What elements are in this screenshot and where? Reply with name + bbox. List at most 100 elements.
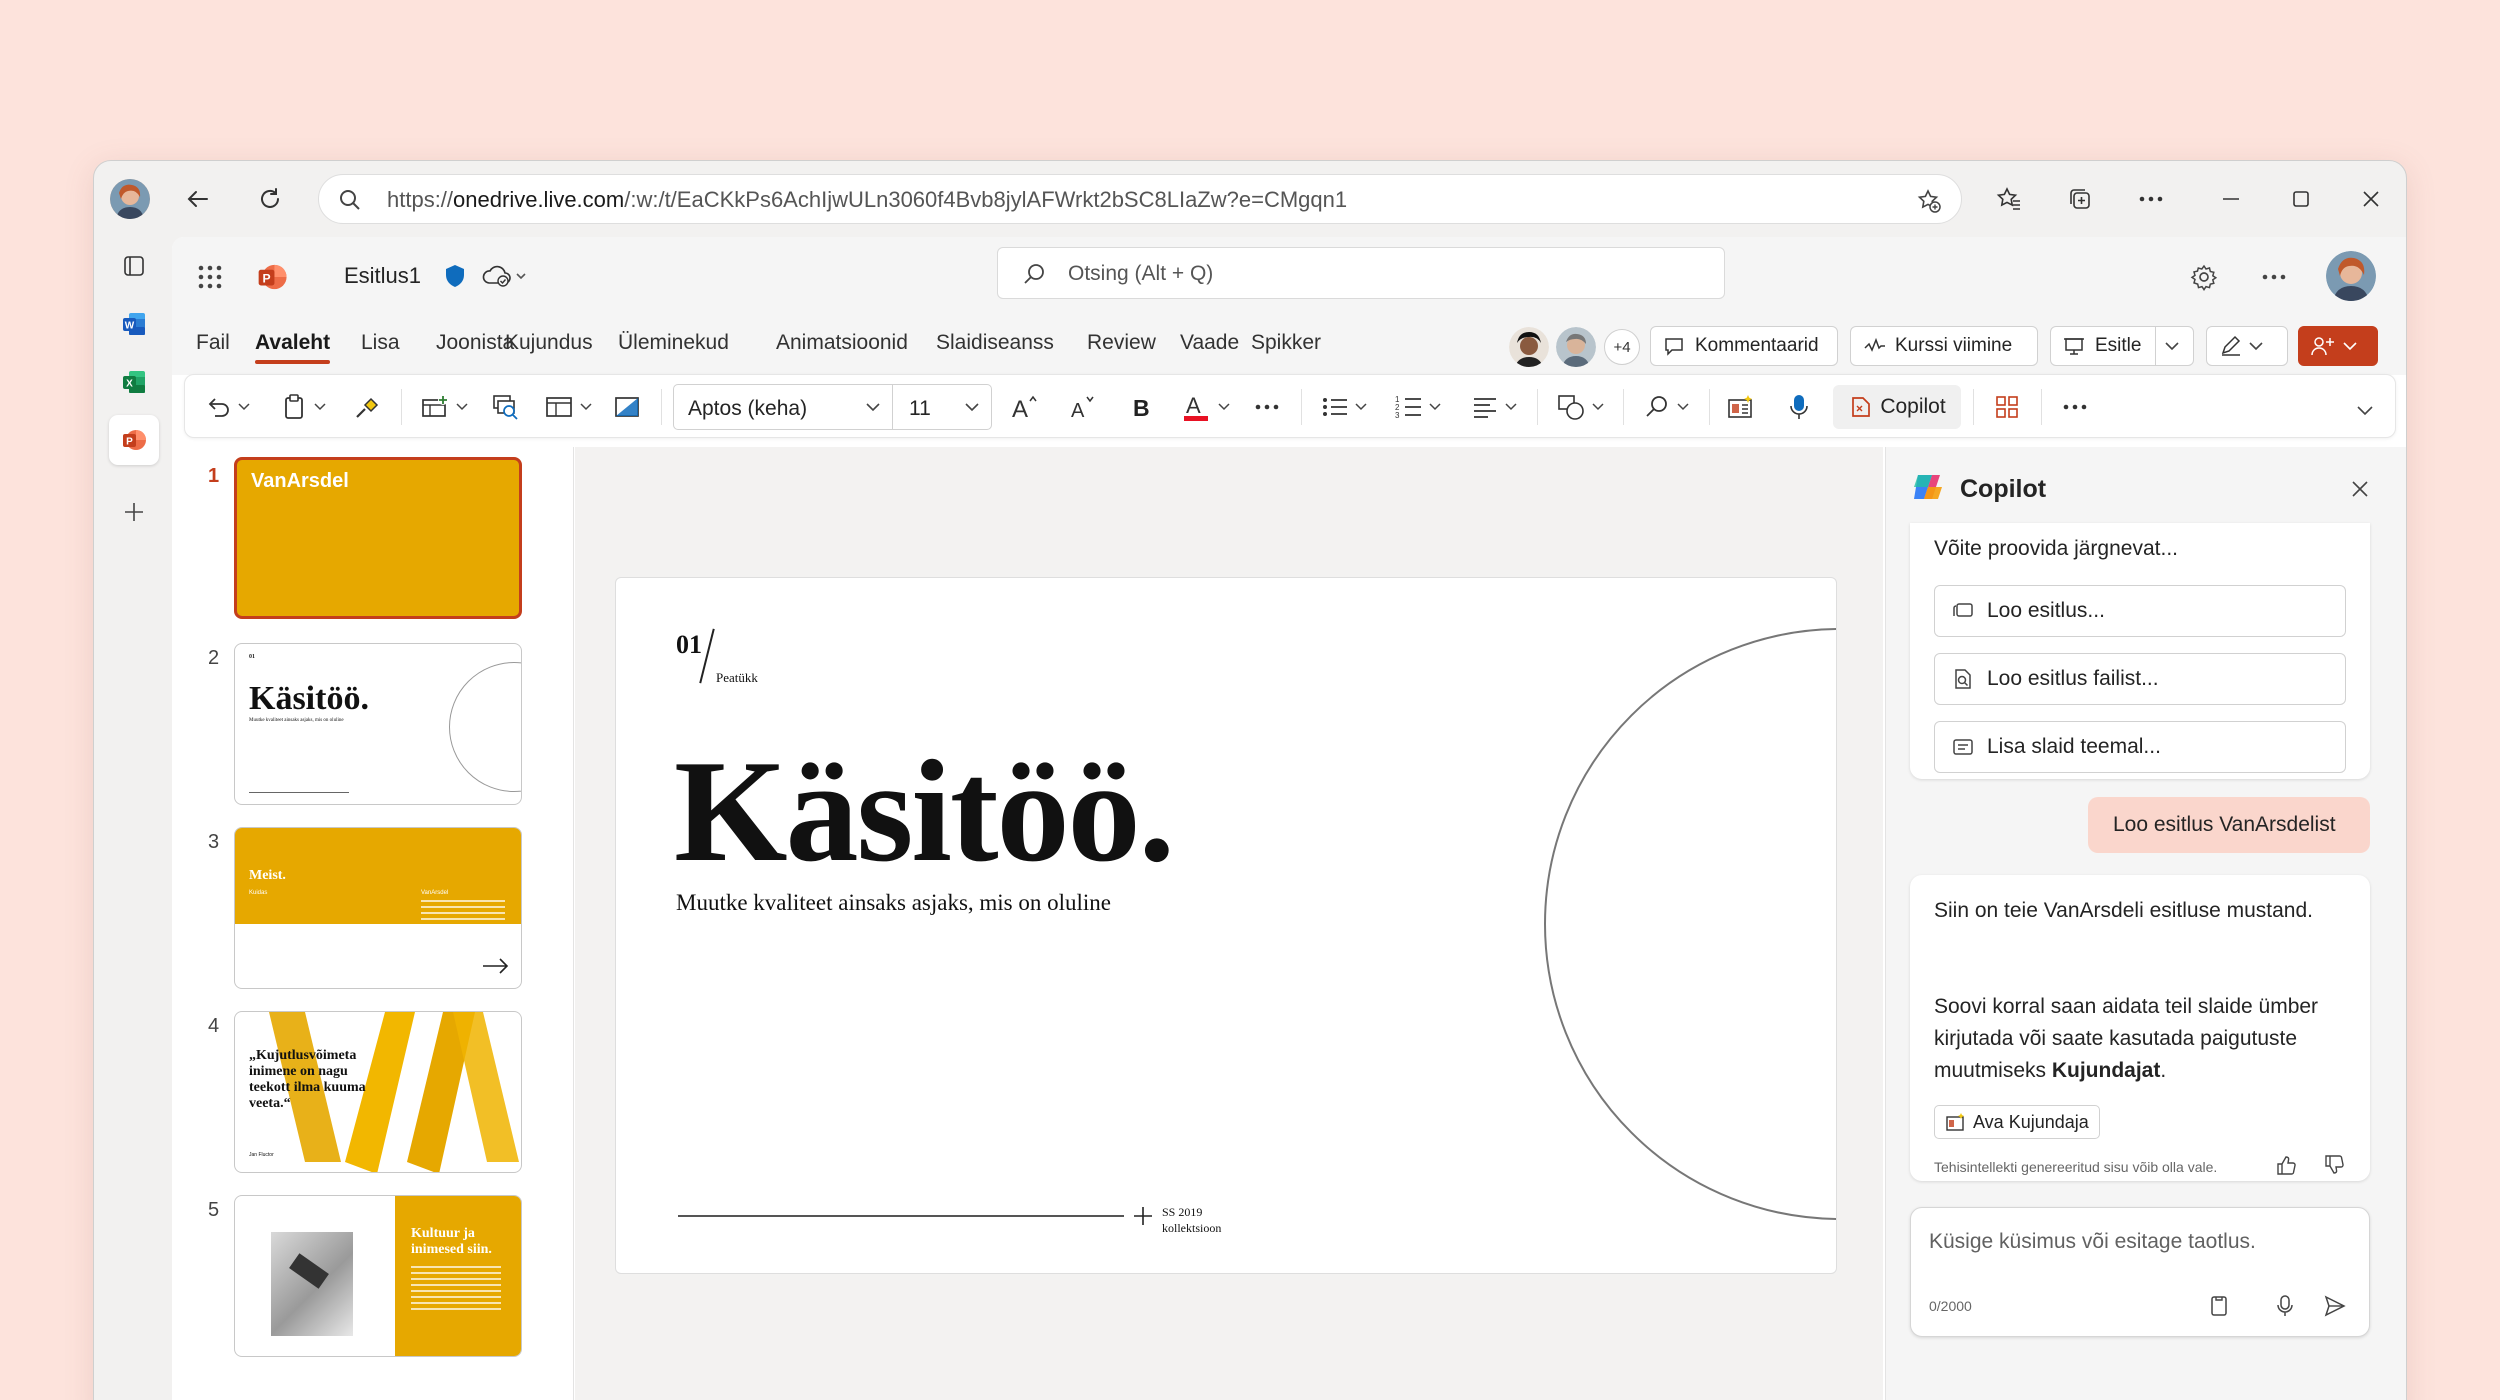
svg-text:W: W (125, 321, 135, 332)
sensitivity-shield-icon[interactable] (440, 261, 470, 291)
add-ins-button[interactable] (1983, 385, 2031, 429)
present-button[interactable]: Esitle (2050, 326, 2194, 366)
refresh-icon[interactable] (250, 179, 290, 219)
slide-subtitle[interactable]: Muutke kvaliteet ainsaks asjaks, mis on … (676, 890, 1111, 916)
increase-font-size-button[interactable]: A (1003, 385, 1047, 429)
app-launcher-icon[interactable] (188, 255, 232, 299)
svg-text:P: P (126, 437, 133, 448)
user-message-bubble: Loo esitlus VanArsdelist (2088, 797, 2370, 853)
catch-up-button[interactable]: Kurssi viimine (1850, 326, 2038, 366)
microphone-icon[interactable] (2267, 1288, 2303, 1324)
word-app-icon[interactable]: W (109, 299, 159, 349)
suggestion-create-from-file[interactable]: Loo esitlus failist... (1934, 653, 2346, 705)
collections-icon[interactable] (2060, 179, 2100, 219)
thumbs-up-icon[interactable] (2270, 1149, 2302, 1181)
tab-kujundus[interactable]: Kujundus (505, 331, 593, 355)
thumb-text-lines (411, 1266, 501, 1310)
bold-button[interactable]: B (1119, 385, 1163, 429)
svg-text:P: P (262, 271, 270, 285)
send-icon[interactable] (2317, 1288, 2353, 1324)
back-icon[interactable] (178, 179, 218, 219)
format-painter-button[interactable] (345, 385, 389, 429)
numbering-button[interactable]: 123 (1385, 385, 1451, 429)
bullets-button[interactable] (1311, 385, 1377, 429)
settings-gear-icon[interactable] (2182, 255, 2226, 299)
tab-üleminekud[interactable]: Üleminekud (618, 331, 729, 355)
maximize-icon[interactable] (2281, 179, 2321, 219)
add-app-icon[interactable] (109, 487, 159, 537)
present-dropdown-chevron-icon[interactable] (2155, 327, 2187, 365)
search-box[interactable]: Otsing (Alt + Q) (997, 247, 1725, 299)
excel-app-icon[interactable]: X (109, 357, 159, 407)
powerpoint-web-app: P Esitlus1 Otsing (Alt + Q) Fail Avaleht… (172, 237, 2406, 1400)
new-slide-button[interactable] (411, 385, 477, 429)
user-avatar[interactable] (2326, 251, 2376, 301)
document-title[interactable]: Esitlus1 (344, 263, 421, 289)
search-icon (337, 187, 363, 213)
copilot-ribbon-button[interactable]: Copilot (1833, 385, 1961, 429)
suggestion-add-slide[interactable]: Lisa slaid teemal... (1934, 721, 2346, 773)
tab-spikker[interactable]: Spikker (1251, 331, 1321, 355)
align-text-button[interactable] (1461, 385, 1527, 429)
layout-button[interactable] (535, 385, 601, 429)
tab-review[interactable]: Review (1087, 331, 1156, 355)
close-icon[interactable] (2351, 179, 2391, 219)
more-font-options-icon[interactable] (1245, 385, 1289, 429)
decrease-font-size-button[interactable]: A (1061, 385, 1105, 429)
response-paragraph-1: Siin on teie VanArsdeli esitluse mustand… (1934, 899, 2313, 922)
reuse-slides-button[interactable] (483, 385, 527, 429)
copilot-input-box[interactable]: Küsige küsimus või esitage taotlus. 0/20… (1910, 1207, 2370, 1337)
favorite-add-icon[interactable] (1915, 187, 1943, 215)
tab-avaleht[interactable]: Avaleht (255, 331, 331, 364)
expand-ribbon-chevron-icon[interactable] (2345, 389, 2385, 433)
open-designer-button[interactable]: Ava Kujundaja (1934, 1105, 2100, 1139)
dictate-mic-button[interactable] (1775, 385, 1823, 429)
font-name-select[interactable]: Aptos (keha) (673, 384, 893, 430)
editing-mode-button[interactable] (2206, 326, 2288, 366)
more-options-icon[interactable] (2252, 255, 2296, 299)
tab-vaade[interactable]: Vaade (1180, 331, 1239, 355)
powerpoint-app-icon[interactable]: P (109, 415, 159, 465)
tab-actions-icon[interactable] (109, 241, 159, 291)
find-button[interactable] (1633, 385, 1699, 429)
tab-lisa[interactable]: Lisa (361, 331, 400, 355)
more-commands-icon[interactable] (2051, 385, 2099, 429)
slide-thumbnail-1[interactable]: VanArsdel (234, 457, 522, 619)
address-bar[interactable]: https://onedrive.live.com/:w:/t/EaCKkPs6… (318, 174, 1962, 224)
slide-thumbnail-5[interactable]: Kultuur ja inimesed siin. (234, 1195, 522, 1357)
thumbs-down-icon[interactable] (2318, 1149, 2350, 1181)
more-icon[interactable] (2131, 179, 2171, 219)
tab-slaidiseanss[interactable]: Slaidiseanss (936, 331, 1054, 355)
slide-thumbnail-3[interactable]: Meist. Kuidas VanArsdel (234, 827, 522, 989)
profile-avatar[interactable] (110, 179, 150, 219)
prompt-guide-icon[interactable] (2201, 1288, 2237, 1324)
share-button[interactable] (2298, 326, 2378, 366)
current-slide[interactable]: 01 Peatükk Käsitöö. Muutke kvaliteet ain… (615, 577, 1837, 1274)
save-status-icon[interactable] (480, 261, 530, 291)
collaborator-count[interactable]: +4 (1604, 329, 1640, 365)
tab-animatsioonid[interactable]: Animatsioonid (776, 331, 908, 355)
undo-button[interactable] (197, 385, 259, 429)
paste-button[interactable] (273, 385, 335, 429)
designer-button[interactable] (1717, 385, 1765, 429)
comments-button[interactable]: Kommentaarid (1650, 326, 1838, 366)
url-text: https://onedrive.live.com/:w:/t/EaCKkPs6… (387, 187, 1348, 212)
suggestion-create-presentation[interactable]: Loo esitlus... (1934, 585, 2346, 637)
collaborator-avatar-2[interactable] (1556, 327, 1596, 367)
slide-circle (1544, 628, 1836, 1220)
thumbnail-col-a: Kuidas (249, 890, 268, 896)
slide-thumbnail-2[interactable]: 01 Käsitöö. Muutke kvaliteet ainsaks asj… (234, 643, 522, 805)
tab-fail[interactable]: Fail (196, 331, 230, 355)
font-color-button[interactable]: A (1173, 385, 1239, 429)
slide-thumbnail-4[interactable]: „Kujutlusvõimeta inimene on nagu teekott… (234, 1011, 522, 1173)
shapes-button[interactable] (1547, 385, 1613, 429)
format-background-button[interactable] (605, 385, 649, 429)
font-size-select[interactable]: 11 (892, 384, 992, 430)
close-copilot-icon[interactable] (2342, 471, 2378, 507)
collaborator-avatar-1[interactable] (1509, 327, 1549, 367)
slide-title[interactable]: Käsitöö. (674, 738, 1175, 884)
tab-joonista[interactable]: Joonista (436, 331, 514, 355)
svg-text:X: X (126, 379, 133, 390)
minimize-icon[interactable] (2211, 179, 2251, 219)
favorites-icon[interactable] (1989, 179, 2029, 219)
